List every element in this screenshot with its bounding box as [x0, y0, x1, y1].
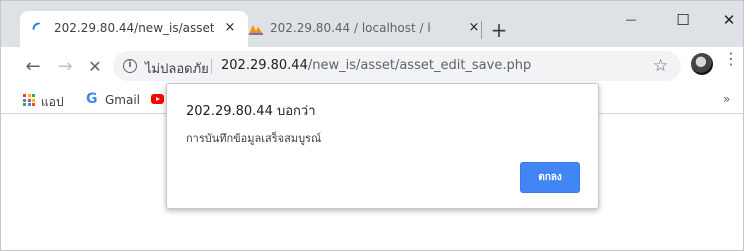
info-icon[interactable]: i	[123, 59, 137, 73]
back-button[interactable]: ←	[23, 57, 43, 77]
tab-phpmyadmin[interactable]: 202.29.80.44 / localhost / kaset2( ×	[248, 11, 479, 47]
bookmarks-overflow-icon[interactable]: »	[723, 92, 730, 106]
tab-strip: 202.29.80.44/new_is/asset/asset_ × 202.2…	[1, 1, 743, 47]
google-icon: G	[86, 91, 98, 107]
address-bar[interactable]: i ไม่ปลอดภัย 202.29.80.44/new_is/asset/a…	[113, 51, 681, 81]
tab-close-icon[interactable]: ×	[466, 20, 482, 36]
forward-button[interactable]: →	[55, 57, 75, 77]
dialog-title: 202.29.80.44 บอกว่า	[186, 104, 316, 119]
minimize-button[interactable]: —	[617, 9, 645, 31]
stop-button[interactable]: ✕	[85, 57, 105, 77]
maximize-button[interactable]: ☐	[669, 9, 697, 31]
profile-avatar[interactable]	[691, 53, 713, 75]
tab-title: 202.29.80.44/new_is/asset/asset_	[54, 21, 214, 35]
url-text[interactable]: 202.29.80.44/new_is/asset/asset_edit_sav…	[221, 58, 531, 73]
alert-dialog: 202.29.80.44 บอกว่า การบันทึกข้อมูลเสร็จ…	[166, 83, 599, 209]
apps-grid-icon[interactable]	[23, 94, 35, 106]
tab-title: 202.29.80.44 / localhost / kaset2(	[270, 21, 430, 35]
loading-spinner-icon	[32, 22, 40, 30]
bookmark-star-icon[interactable]: ☆	[653, 56, 668, 76]
omnibox-separator	[211, 59, 212, 74]
dialog-message: การบันทึกข้อมูลเสร็จสมบูรณ์	[186, 132, 322, 145]
gmail-bookmark-label[interactable]: Gmail	[105, 93, 140, 107]
ok-button[interactable]: ตกลง	[520, 162, 580, 193]
window-close-button[interactable]: ✕	[715, 9, 743, 31]
youtube-icon[interactable]	[151, 94, 164, 104]
security-label[interactable]: ไม่ปลอดภัย	[145, 58, 209, 79]
url-host: 202.29.80.44	[221, 58, 308, 73]
tab-asset-edit[interactable]: 202.29.80.44/new_is/asset/asset_ ×	[20, 11, 248, 47]
toolbar: ← → ✕ i ไม่ปลอดภัย 202.29.80.44/new_is/a…	[1, 47, 743, 87]
url-path: /new_is/asset/asset_edit_save.php	[307, 58, 532, 73]
menu-icon[interactable]: ⋮	[723, 51, 739, 75]
browser-window: 202.29.80.44/new_is/asset/asset_ × 202.2…	[0, 0, 744, 251]
tab-close-icon[interactable]: ×	[222, 20, 238, 36]
apps-bookmark-label[interactable]: แอป	[41, 93, 64, 112]
phpmyadmin-icon	[249, 25, 263, 35]
new-tab-button[interactable]: +	[489, 20, 509, 41]
tab-divider	[481, 21, 482, 39]
